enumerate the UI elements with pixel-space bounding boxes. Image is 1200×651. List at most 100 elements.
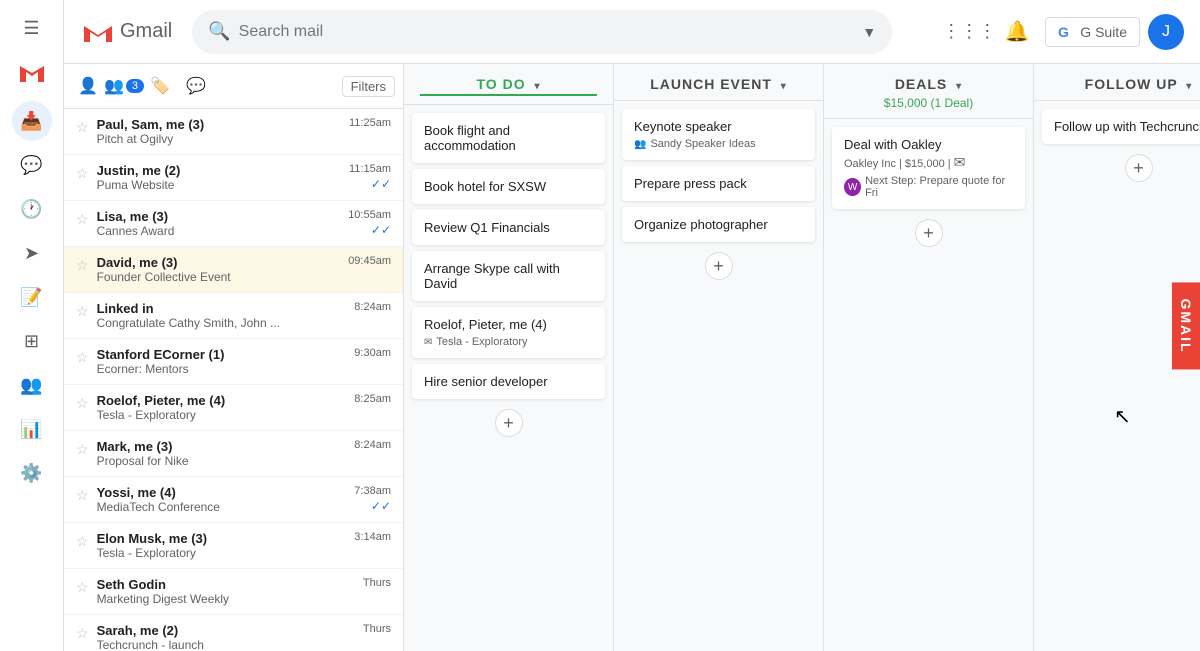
notifications-icon[interactable]: 🔔: [997, 12, 1037, 52]
star-icon[interactable]: ☆: [76, 119, 89, 136]
email-item[interactable]: ☆ Linked in Congratulate Cathy Smith, Jo…: [64, 293, 403, 339]
deal-company: Oakley Inc | $15,000 | ✉: [844, 154, 1013, 171]
user-avatar[interactable]: J: [1148, 14, 1184, 50]
email-time: 9:30am: [354, 347, 391, 359]
email-item[interactable]: ☆ Sarah, me (2) Techcrunch - launch Thur…: [64, 615, 403, 651]
search-dropdown-icon[interactable]: ▼: [862, 24, 876, 40]
chat-icon[interactable]: 💬: [12, 145, 52, 185]
send-icon[interactable]: ➤: [12, 233, 52, 273]
kanban-card-text: Review Q1 Financials: [424, 220, 593, 235]
star-icon[interactable]: ☆: [76, 625, 89, 642]
star-icon[interactable]: ☆: [76, 487, 89, 504]
apps-icon[interactable]: ⋮⋮⋮: [949, 12, 989, 52]
gmail-vertical-label[interactable]: GMAIL: [1172, 282, 1200, 369]
chat-small-icon[interactable]: 💬: [180, 70, 212, 102]
kanban-board: TO DO ▾ Book flight and accommodation Bo…: [404, 64, 1200, 651]
menu-icon[interactable]: ☰: [12, 8, 52, 48]
star-icon[interactable]: ☆: [76, 441, 89, 458]
search-input[interactable]: [239, 23, 855, 41]
col-dropdown-icon[interactable]: ▾: [781, 81, 787, 92]
kanban-card[interactable]: Arrange Skype call with David: [412, 251, 605, 301]
kanban-icon[interactable]: ⊞: [12, 321, 52, 361]
g-logo-icon: G: [1058, 24, 1074, 40]
col-title-launch-event[interactable]: LAUNCH EVENT ▾: [630, 76, 807, 92]
col-title-todo[interactable]: TO DO ▾: [420, 76, 597, 96]
email-item[interactable]: ☆ Roelof, Pieter, me (4) Tesla - Explora…: [64, 385, 403, 431]
col-dropdown-icon[interactable]: ▾: [1186, 81, 1192, 92]
email-item[interactable]: ☆ Lisa, me (3) Cannes Award 10:55am ✓✓: [64, 201, 403, 247]
people-icon[interactable]: 👥: [12, 365, 52, 405]
email-item[interactable]: ☆ Seth Godin Marketing Digest Weekly Thu…: [64, 569, 403, 615]
email-item[interactable]: ☆ Mark, me (3) Proposal for Nike 8:24am: [64, 431, 403, 477]
kanban-col-todo: TO DO ▾ Book flight and accommodation Bo…: [404, 64, 614, 651]
col-content-todo: Book flight and accommodation Book hotel…: [404, 105, 613, 651]
kanban-card[interactable]: Book hotel for SXSW: [412, 169, 605, 204]
star-icon[interactable]: ☆: [76, 533, 89, 550]
inbox-icon[interactable]: 📥: [12, 101, 52, 141]
person-icon[interactable]: 👤: [72, 70, 104, 102]
email-sender: Mark, me (3): [97, 439, 347, 454]
email-time: 10:55am: [348, 209, 391, 221]
email-subject: Founder Collective Event: [97, 270, 341, 284]
email-body: Stanford ECorner (1) Ecorner: Mentors: [97, 347, 347, 376]
col-dropdown-icon[interactable]: ▾: [534, 81, 540, 92]
email-check-icon: ✓✓: [371, 499, 391, 513]
star-icon[interactable]: ☆: [76, 579, 89, 596]
kanban-card[interactable]: Organize photographer: [622, 207, 815, 242]
deal-avatar: W: [844, 178, 861, 196]
tag-icon[interactable]: 🏷️: [144, 70, 176, 102]
kanban-card[interactable]: Follow up with Techcrunch: [1042, 109, 1200, 144]
kanban-card[interactable]: Review Q1 Financials: [412, 210, 605, 245]
star-icon[interactable]: ☆: [76, 257, 89, 274]
star-icon[interactable]: ☆: [76, 395, 89, 412]
star-icon[interactable]: ☆: [76, 165, 89, 182]
email-time: 11:15am: [349, 163, 391, 175]
email-sender: Justin, me (2): [97, 163, 341, 178]
email-subject: Tesla - Exploratory: [97, 408, 347, 422]
kanban-card[interactable]: Roelof, Pieter, me (4) ✉ Tesla - Explora…: [412, 307, 605, 358]
search-icon: 🔍: [208, 21, 230, 42]
main-container: Gmail 🔍 ▼ ⋮⋮⋮ 🔔 G G Suite J 👤 👥3 🏷️: [64, 0, 1200, 651]
deal-card[interactable]: Deal with Oakley Oakley Inc | $15,000 | …: [832, 127, 1025, 209]
col-add-button-todo[interactable]: +: [495, 409, 523, 437]
col-add-button-launch-event[interactable]: +: [705, 252, 733, 280]
email-item[interactable]: ☆ David, me (3) Founder Collective Event…: [64, 247, 403, 293]
kanban-card[interactable]: Hire senior developer: [412, 364, 605, 399]
col-title-follow-up[interactable]: FOLLOW UP ▾: [1050, 76, 1200, 92]
col-title-deals[interactable]: DEALS ▾: [840, 76, 1017, 92]
star-icon[interactable]: ☆: [76, 349, 89, 366]
kanban-card[interactable]: Prepare press pack: [622, 166, 815, 201]
col-dropdown-icon[interactable]: ▾: [956, 81, 962, 92]
chart-icon[interactable]: 📊: [12, 409, 52, 449]
kanban-card[interactable]: Keynote speaker 👥 Sandy Speaker Ideas: [622, 109, 815, 160]
email-item[interactable]: ☆ Justin, me (2) Puma Website 11:15am ✓✓: [64, 155, 403, 201]
col-subtitle-deals: $15,000 (1 Deal): [840, 96, 1017, 110]
group-icon[interactable]: 👥3: [108, 70, 140, 102]
kanban-card[interactable]: Book flight and accommodation: [412, 113, 605, 163]
gsuite-button[interactable]: G G Suite: [1045, 17, 1140, 47]
email-subject: Marketing Digest Weekly: [97, 592, 355, 606]
star-icon[interactable]: ☆: [76, 303, 89, 320]
search-bar[interactable]: 🔍 ▼: [192, 10, 892, 54]
deal-card-title: Deal with Oakley: [844, 137, 1013, 152]
kanban-card-text: Roelof, Pieter, me (4): [424, 317, 593, 332]
content-row: 👤 👥3 🏷️ 💬 Filters ☆ Paul, Sam, me (3) Pi…: [64, 64, 1200, 651]
settings-icon[interactable]: ⚙️: [12, 453, 52, 493]
email-item[interactable]: ☆ Paul, Sam, me (3) Pitch at Ogilvy 11:2…: [64, 109, 403, 155]
email-subject: Techcrunch - launch: [97, 638, 355, 651]
col-add-button-follow-up[interactable]: +: [1125, 154, 1153, 182]
drafts-icon[interactable]: 📝: [12, 277, 52, 317]
email-sender: Stanford ECorner (1): [97, 347, 347, 362]
email-item[interactable]: ☆ Stanford ECorner (1) Ecorner: Mentors …: [64, 339, 403, 385]
col-add-button-deals[interactable]: +: [915, 219, 943, 247]
kanban-card-text: Hire senior developer: [424, 374, 593, 389]
star-icon[interactable]: ☆: [76, 211, 89, 228]
email-time: 11:25am: [349, 117, 391, 129]
kanban-card-text: Prepare press pack: [634, 176, 803, 191]
clock-icon[interactable]: 🕐: [12, 189, 52, 229]
email-item[interactable]: ☆ Elon Musk, me (3) Tesla - Exploratory …: [64, 523, 403, 569]
card-sub-icon: ✉: [424, 337, 432, 348]
email-item[interactable]: ☆ Yossi, me (4) MediaTech Conference 7:3…: [64, 477, 403, 523]
filters-button[interactable]: Filters: [342, 76, 395, 97]
email-sender: Lisa, me (3): [97, 209, 341, 224]
